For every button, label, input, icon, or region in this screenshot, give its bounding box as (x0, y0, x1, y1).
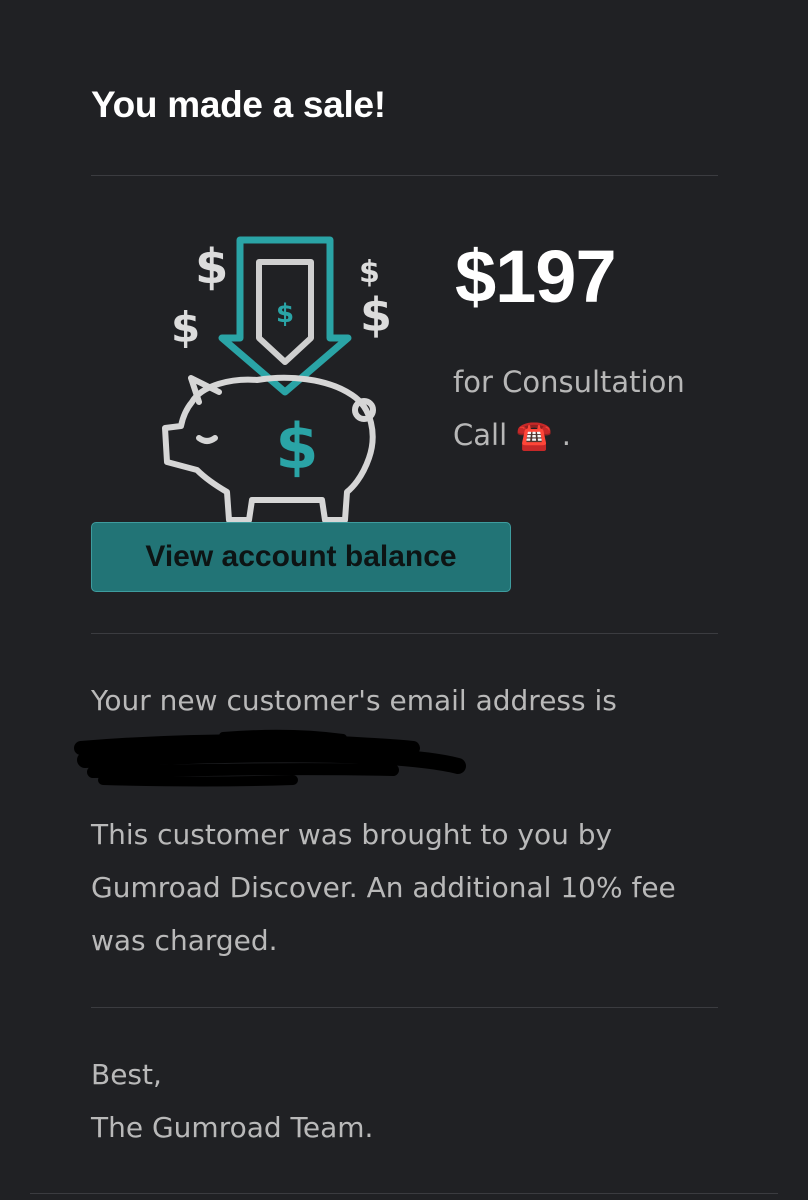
product-trailing: . (561, 418, 571, 452)
dollar-icon: $ $ $ $ (171, 239, 392, 352)
svg-text:$: $ (276, 299, 294, 329)
redaction-scribble (74, 729, 466, 787)
customer-email-text: Your new customer's email address is (91, 684, 617, 717)
divider (91, 1007, 718, 1008)
signoff-team: The Gumroad Team. (91, 1111, 374, 1144)
divider (91, 633, 718, 634)
svg-text:$: $ (359, 255, 380, 290)
piggy-bank-icon: $ $ $ $ $ $ (162, 236, 392, 523)
svg-text:$: $ (171, 303, 200, 352)
telephone-icon: ☎️ (516, 418, 553, 452)
discover-fee-note: This customer was brought to you by Gumr… (91, 818, 676, 957)
divider (91, 175, 718, 176)
svg-text:$: $ (360, 288, 392, 342)
svg-text:$: $ (195, 239, 228, 295)
product-description: for Consultation Call ☎️ . (453, 356, 718, 462)
signoff: Best, The Gumroad Team. (91, 1048, 718, 1154)
sale-amount: $197 (455, 235, 617, 318)
divider (30, 1193, 778, 1194)
signoff-greeting: Best, (91, 1058, 162, 1091)
view-account-balance-button[interactable]: View account balance (91, 522, 511, 592)
email-heading: You made a sale! (91, 84, 386, 125)
arrow-down-icon: $ (218, 236, 352, 396)
svg-text:$: $ (275, 410, 318, 483)
